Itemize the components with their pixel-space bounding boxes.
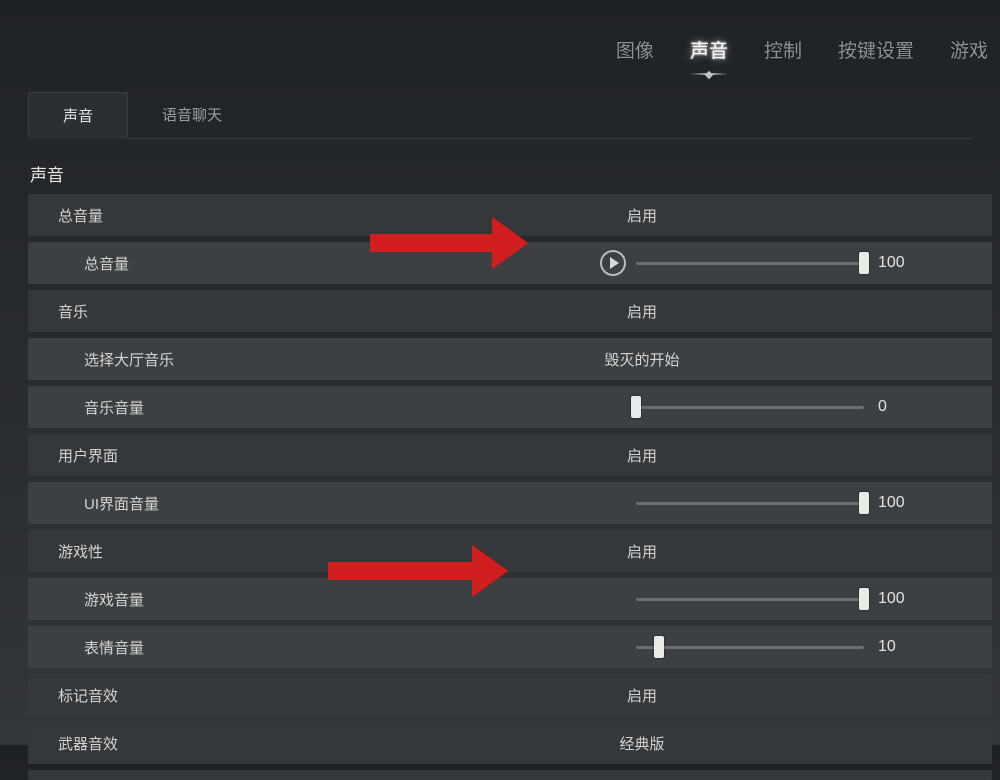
annotation-arrow-icon [328, 562, 478, 580]
row-ping-sfx[interactable]: 标记音效 启用 [28, 674, 992, 716]
value-master-vol: 100 [878, 254, 914, 272]
settings-rows: 总音量 启用 总音量 100 音乐 启用 选择大厅音乐 毁灭的开始 音乐音量 [28, 194, 1000, 780]
sub-tab-bar: 声音 语音聊天 [28, 92, 972, 139]
play-icon[interactable] [600, 250, 626, 276]
slider-game[interactable]: 100 [636, 590, 914, 608]
annotation-arrow-icon [370, 234, 498, 252]
nav-sound[interactable]: 声音 [690, 36, 728, 63]
slider-master[interactable]: 100 [636, 254, 914, 272]
value-ui-vol: 100 [878, 494, 914, 512]
slider-music[interactable]: 0 [636, 398, 914, 416]
label-lobby-music: 选择大厅音乐 [28, 349, 174, 370]
nav-sound-label: 声音 [690, 41, 728, 62]
row-lobby-music[interactable]: 选择大厅音乐 毁灭的开始 [28, 338, 992, 380]
label-master-vol: 总音量 [28, 253, 129, 274]
slider-track[interactable] [636, 406, 864, 409]
slider-track[interactable] [636, 502, 864, 505]
slider-thumb[interactable] [859, 588, 869, 610]
label-game-vol: 游戏音量 [28, 589, 144, 610]
nav-keybind[interactable]: 按键设置 [838, 36, 914, 63]
subtab-sound[interactable]: 声音 [28, 92, 128, 139]
slider-thumb[interactable] [654, 636, 664, 658]
slider-thumb[interactable] [859, 252, 869, 274]
label-music: 音乐 [28, 301, 88, 322]
nav-game[interactable]: 游戏 [950, 36, 988, 63]
nav-image[interactable]: 图像 [616, 36, 654, 63]
value-game-vol: 100 [878, 590, 914, 608]
value-weapon-style: 经典版 [462, 733, 822, 754]
label-ui-vol: UI界面音量 [28, 493, 159, 514]
label-emote-vol: 表情音量 [28, 637, 144, 658]
main-nav: 图像 声音 控制 按键设置 游戏 [0, 0, 1000, 70]
row-ui-header[interactable]: 用户界面 启用 [28, 434, 992, 476]
slider-ui[interactable]: 100 [636, 494, 914, 512]
row-weapon-sfx[interactable]: 武器音效 经典版 [28, 722, 992, 764]
row-emote-volume: 表情音量 10 [28, 626, 992, 668]
value-lobby-music: 毁灭的开始 [462, 349, 822, 370]
slider-track[interactable] [636, 262, 864, 265]
label-music-vol: 音乐音量 [28, 397, 144, 418]
nav-active-indicator-icon [705, 70, 713, 78]
label-ui: 用户界面 [28, 445, 118, 466]
slider-thumb[interactable] [631, 396, 641, 418]
slider-emote[interactable]: 10 [636, 638, 914, 656]
label-weapon-sfx: 武器音效 [28, 733, 118, 754]
value-ui-enabled: 启用 [462, 445, 822, 466]
value-emote-vol: 10 [878, 638, 914, 656]
label-gameplay: 游戏性 [28, 541, 103, 562]
nav-control[interactable]: 控制 [764, 36, 802, 63]
slider-track[interactable] [636, 646, 864, 649]
value-ping-enabled: 启用 [462, 685, 822, 706]
value-gameplay-enabled: 启用 [462, 541, 822, 562]
row-gameplay-header[interactable]: 游戏性 启用 [28, 530, 992, 572]
row-ui-volume: UI界面音量 100 [28, 482, 992, 524]
subtab-voice-chat[interactable]: 语音聊天 [128, 92, 256, 138]
label-ping-sfx: 标记音效 [28, 685, 118, 706]
label-master: 总音量 [28, 205, 103, 226]
slider-track[interactable] [636, 598, 864, 601]
slider-thumb[interactable] [859, 492, 869, 514]
row-music-header[interactable]: 音乐 启用 [28, 290, 992, 332]
section-title-sound: 声音 [30, 161, 1000, 186]
value-music-vol: 0 [878, 398, 914, 416]
row-partial [28, 770, 992, 780]
row-music-volume: 音乐音量 0 [28, 386, 992, 428]
row-game-volume: 游戏音量 100 [28, 578, 992, 620]
value-music-enabled: 启用 [462, 301, 822, 322]
